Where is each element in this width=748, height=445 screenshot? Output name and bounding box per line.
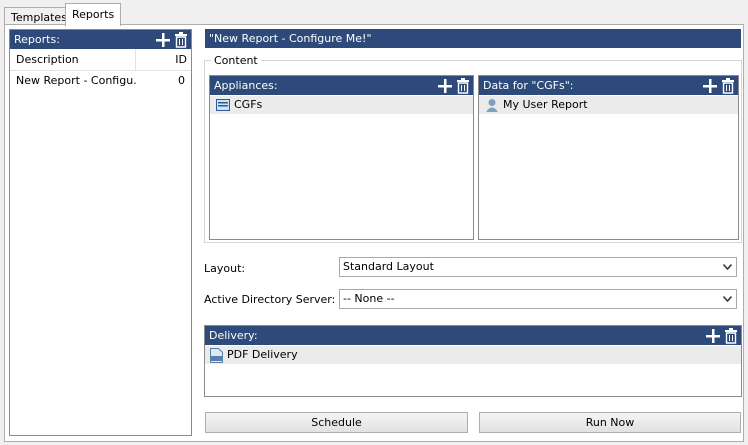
appliances-header-label: Appliances: [214, 79, 278, 92]
ad-server-label: Active Directory Server: [204, 293, 336, 306]
data-for-header-label: Data for "CGFs": [483, 79, 574, 92]
schedule-button-label: Schedule [311, 416, 362, 429]
delete-appliance-button[interactable] [455, 77, 471, 94]
tab-templates-label: Templates [11, 11, 67, 24]
plus-icon [703, 78, 717, 93]
tab-reports-label: Reports [72, 8, 115, 21]
trash-icon [457, 77, 469, 94]
report-title: "New Report - Configure Me!" [209, 32, 372, 45]
reports-header-label: Reports: [14, 33, 60, 46]
delete-delivery-button[interactable] [723, 327, 739, 344]
schedule-button[interactable]: Schedule [205, 412, 468, 433]
plus-icon [706, 328, 720, 343]
column-description[interactable]: Description [10, 49, 136, 70]
appliances-header: Appliances: [210, 76, 473, 95]
chevron-down-icon [723, 296, 732, 302]
plus-icon [156, 32, 170, 47]
run-now-button[interactable]: Run Now [479, 412, 741, 433]
trash-icon [725, 327, 737, 344]
delivery-header: Delivery: [205, 326, 741, 345]
layout-value: Standard Layout [343, 260, 434, 273]
report-id: 0 [178, 74, 185, 87]
appliances-list: Appliances: CGFs [209, 75, 474, 240]
table-row[interactable]: New Report - Configu... 0 [10, 71, 191, 91]
delivery-item-label: PDF Delivery [227, 348, 298, 361]
delivery-list: Delivery: PDF Delivery [204, 325, 742, 397]
reports-header: Reports: [10, 30, 191, 49]
column-description-label: Description [16, 53, 79, 66]
list-item[interactable]: CGFs [210, 96, 473, 114]
list-item[interactable]: My User Report [479, 96, 738, 114]
ad-server-select[interactable]: -- None -- [339, 289, 737, 309]
trash-icon [722, 77, 734, 94]
layout-select[interactable]: Standard Layout [339, 257, 737, 277]
appliance-icon [216, 99, 230, 111]
delete-data-button[interactable] [720, 77, 736, 94]
column-id-label: ID [175, 53, 187, 66]
plus-icon [438, 78, 452, 93]
chevron-down-icon [723, 264, 732, 270]
content-group: Content Appliances: CGFs Data for "CGFs"… [204, 54, 742, 243]
reports-tab-panel: Reports: Description ID New Report - Con… [4, 24, 744, 442]
trash-icon [175, 31, 187, 48]
reports-list-panel: Reports: Description ID New Report - Con… [9, 29, 192, 436]
column-id[interactable]: ID [136, 49, 191, 70]
report-description: New Report - Configu... [16, 74, 136, 87]
pdf-icon [210, 347, 223, 363]
user-icon [486, 99, 498, 112]
add-report-button[interactable] [155, 31, 171, 48]
report-title-bar: "New Report - Configure Me!" [205, 29, 741, 48]
ad-server-value: -- None -- [343, 292, 395, 305]
list-item[interactable]: PDF Delivery [205, 346, 741, 364]
content-group-label: Content [211, 54, 261, 67]
add-data-button[interactable] [702, 77, 718, 94]
add-appliance-button[interactable] [437, 77, 453, 94]
tab-bar: Templates Reports [4, 3, 744, 26]
delivery-header-label: Delivery: [209, 329, 258, 342]
layout-label: Layout: [204, 262, 246, 275]
reports-column-headers: Description ID [10, 49, 191, 71]
add-delivery-button[interactable] [705, 327, 721, 344]
run-now-button-label: Run Now [585, 416, 635, 429]
data-item-label: My User Report [503, 98, 588, 111]
appliance-label: CGFs [234, 98, 263, 111]
tab-reports[interactable]: Reports [65, 3, 122, 26]
delete-report-button[interactable] [173, 31, 189, 48]
data-for-header: Data for "CGFs": [479, 76, 738, 95]
data-for-list: Data for "CGFs": My User Report [478, 75, 739, 240]
